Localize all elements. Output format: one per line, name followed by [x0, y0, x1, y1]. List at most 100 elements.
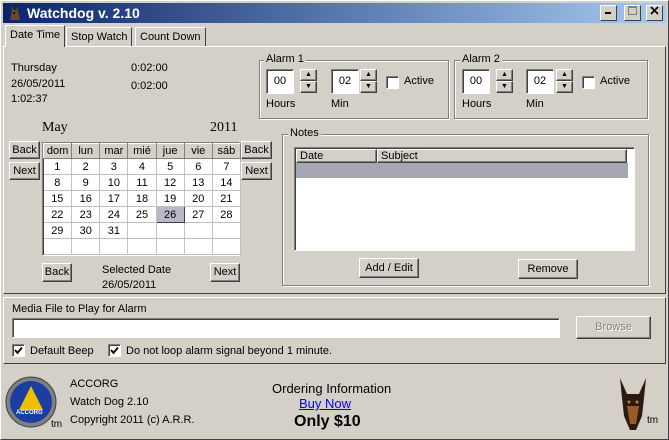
month-next-button[interactable]: Next: [9, 162, 40, 180]
calendar-day-cell[interactable]: 9: [71, 174, 101, 191]
alarm1-hours-label: Hours: [266, 98, 296, 110]
spin-down-icon[interactable]: ▼: [556, 81, 573, 93]
spin-down-icon[interactable]: ▼: [496, 81, 513, 93]
calendar-day-cell[interactable]: 10: [99, 174, 129, 191]
calendar-day-cell[interactable]: [184, 222, 213, 239]
calendar-day-cell[interactable]: 6: [184, 158, 213, 175]
spin-up-icon[interactable]: ▲: [300, 69, 317, 81]
calendar-day-cell[interactable]: 15: [43, 190, 73, 207]
alarm2-hours-field[interactable]: 00: [462, 69, 490, 94]
tab-date-time[interactable]: Date Time: [5, 25, 66, 47]
alarm2-min-field[interactable]: 02: [526, 69, 554, 94]
calendar-day-cell[interactable]: 25: [127, 206, 157, 223]
calendar-day-cell[interactable]: [71, 238, 101, 255]
spin-down-icon[interactable]: ▼: [360, 81, 377, 93]
calendar-day-cell[interactable]: 12: [156, 174, 185, 191]
notes-column-date[interactable]: Date: [296, 149, 377, 163]
calendar-day-cell[interactable]: 18: [127, 190, 157, 207]
calendar-day-cell[interactable]: [99, 238, 129, 255]
calendar-day-cell[interactable]: 26: [155, 206, 185, 223]
minimize-button[interactable]: [600, 5, 617, 21]
logo-tm: tm: [51, 419, 63, 430]
alarm1-min-spinner[interactable]: ▲ ▼: [360, 69, 377, 94]
calendar-day-cell[interactable]: 7: [212, 158, 242, 175]
title-bar[interactable]: Watchdog v. 2.10: [3, 3, 666, 23]
calendar-day-cell[interactable]: 8: [43, 174, 73, 191]
calendar-day-cell[interactable]: [184, 238, 213, 255]
alarm2-hours-spinner[interactable]: ▲ ▼: [496, 69, 513, 94]
calendar-day-cell[interactable]: 13: [184, 174, 213, 191]
selected-date-caption: Selected Date: [102, 264, 172, 276]
calendar-day-header: lun: [71, 143, 101, 159]
calendar-day-cell[interactable]: [43, 238, 73, 255]
tab-count-down[interactable]: Count Down: [135, 27, 206, 47]
ordering-info: Ordering Information: [272, 381, 392, 396]
browse-button[interactable]: Browse: [576, 316, 651, 339]
alarm1-active-label: Active: [404, 75, 434, 87]
calendar-day-cell[interactable]: 3: [99, 158, 129, 175]
no-loop-checkbox[interactable]: [108, 344, 121, 357]
alarm1-hours-field[interactable]: 00: [266, 69, 294, 94]
alarm1-hours-spinner[interactable]: ▲ ▼: [300, 69, 317, 94]
calendar-day-cell[interactable]: 29: [43, 222, 73, 239]
calendar-day-cell[interactable]: [212, 222, 242, 239]
maximize-button[interactable]: [624, 5, 641, 21]
add-edit-button[interactable]: Add / Edit: [359, 258, 419, 278]
dog-tm: tm: [647, 415, 659, 426]
close-button[interactable]: [646, 5, 663, 21]
tab-stop-watch[interactable]: Stop Watch: [66, 27, 133, 47]
calendar-week-row: 1234567: [43, 158, 242, 175]
calendar-next-button[interactable]: Next: [210, 263, 240, 282]
calendar-day-cell[interactable]: [156, 222, 185, 239]
calendar-day-cell[interactable]: [127, 238, 157, 255]
alarm2-min-spinner[interactable]: ▲ ▼: [556, 69, 573, 94]
accorg-logo: ACCORG: [5, 376, 57, 428]
calendar-day-cell[interactable]: [127, 222, 157, 239]
media-file-input[interactable]: [12, 318, 560, 338]
buy-now-link[interactable]: Buy Now: [299, 396, 351, 411]
calendar-day-cell[interactable]: 20: [184, 190, 213, 207]
year-back-button[interactable]: Back: [241, 141, 272, 159]
calendar-day-cell[interactable]: 21: [212, 190, 242, 207]
calendar-day-cell[interactable]: 2: [71, 158, 101, 175]
calendar-day-cell[interactable]: 11: [127, 174, 157, 191]
calendar-day-cell[interactable]: 22: [43, 206, 73, 223]
calendar-day-cell[interactable]: 27: [184, 206, 213, 223]
checkmark-icon: [14, 346, 23, 355]
notes-list[interactable]: Date Subject: [294, 147, 635, 251]
maximize-icon: [628, 6, 637, 15]
calendar-day-cell[interactable]: 17: [99, 190, 129, 207]
notes-column-subject[interactable]: Subject: [377, 149, 627, 163]
calendar-day-cell[interactable]: [212, 238, 242, 255]
calendar-day-cell[interactable]: 1: [43, 158, 73, 175]
month-back-button[interactable]: Back: [9, 141, 40, 159]
calendar-week-row: 29 30 31: [43, 222, 242, 239]
calendar-table: dom lun mar mié jue vie sáb 1 2 3 4 5 6 7 8 9 10 11 12 13 1…: [42, 143, 242, 255]
alarm2-title: Alarm 2: [460, 53, 502, 65]
calendar-day-cell[interactable]: 4: [127, 158, 157, 175]
calendar-day-cell[interactable]: 31: [99, 222, 129, 239]
spin-down-icon[interactable]: ▼: [300, 81, 317, 93]
calendar-day-cell[interactable]: 30: [71, 222, 101, 239]
calendar-day-cell[interactable]: 23: [71, 206, 101, 223]
calendar-day-cell[interactable]: [156, 238, 185, 255]
no-loop-label: Do not loop alarm signal beyond 1 minute…: [126, 345, 333, 357]
calendar-day-cell[interactable]: 14: [212, 174, 242, 191]
calendar-day-cell[interactable]: 5: [156, 158, 185, 175]
notes-selected-row[interactable]: [296, 163, 628, 178]
calendar-day-cell[interactable]: 24: [99, 206, 129, 223]
calendar-day-cell[interactable]: 16: [71, 190, 101, 207]
alarm1-active-checkbox[interactable]: [386, 76, 399, 89]
alarm2-active-checkbox[interactable]: [582, 76, 595, 89]
calendar-week-row: 15 16 17 18 19 20 21: [43, 190, 242, 207]
calendar-day-cell[interactable]: 28: [212, 206, 242, 223]
calendar-day-cell[interactable]: 19: [156, 190, 185, 207]
spin-up-icon[interactable]: ▲: [556, 69, 573, 81]
spin-up-icon[interactable]: ▲: [360, 69, 377, 81]
remove-button[interactable]: Remove: [518, 259, 578, 279]
year-next-button[interactable]: Next: [241, 162, 272, 180]
calendar-back-button[interactable]: Back: [42, 263, 72, 282]
default-beep-checkbox[interactable]: [12, 344, 25, 357]
alarm1-min-field[interactable]: 02: [331, 69, 359, 94]
spin-up-icon[interactable]: ▲: [496, 69, 513, 81]
